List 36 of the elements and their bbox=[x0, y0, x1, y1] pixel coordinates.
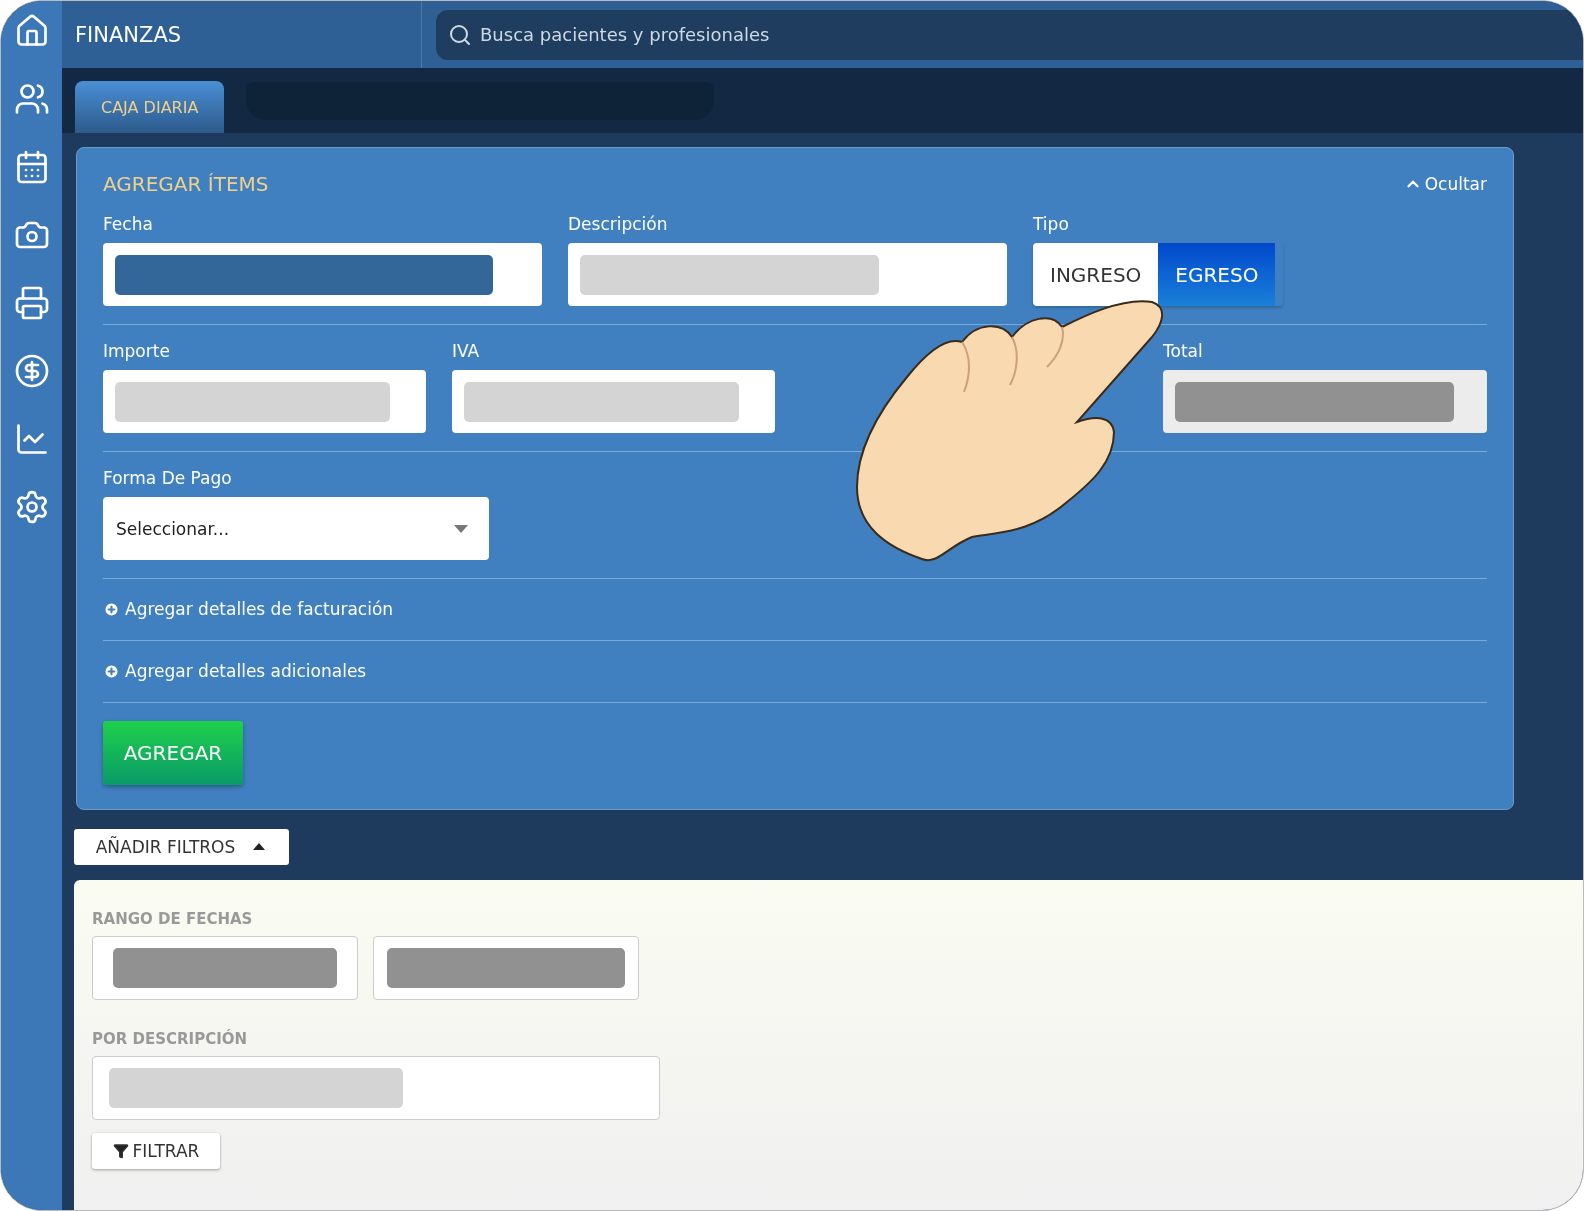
filter-icon bbox=[112, 1143, 129, 1159]
field-label: Forma De Pago bbox=[103, 468, 233, 488]
expand-link[interactable]: Agregar detalles de facturación bbox=[103, 599, 394, 619]
input-field[interactable] bbox=[92, 1056, 660, 1120]
plus-circle-icon bbox=[103, 600, 120, 618]
printer-icon[interactable] bbox=[13, 285, 50, 321]
input-field[interactable] bbox=[452, 370, 775, 433]
date-field[interactable] bbox=[373, 936, 639, 1000]
panel-title: AGREGAR ÍTEMS bbox=[103, 172, 269, 196]
field-label: RANGO DE FECHAS bbox=[92, 910, 254, 928]
input-field[interactable] bbox=[568, 243, 1007, 306]
users-icon[interactable] bbox=[13, 81, 50, 117]
filters-button[interactable]: AÑADIR FILTROS bbox=[74, 829, 289, 865]
tab[interactable]: CAJA DIARIA bbox=[75, 81, 225, 133]
field-label: POR DESCRIPCIÓN bbox=[92, 1030, 249, 1048]
search-icon bbox=[448, 22, 472, 47]
field-label: Fecha bbox=[103, 214, 154, 234]
field-label: Importe bbox=[103, 341, 171, 361]
hide-toggle[interactable]: Ocultar bbox=[1403, 174, 1487, 194]
filter-button[interactable]: FILTRAR bbox=[92, 1133, 220, 1169]
field-label: Descripción bbox=[568, 214, 669, 234]
input-field[interactable] bbox=[103, 243, 542, 306]
date-field[interactable] bbox=[92, 936, 358, 1000]
caret-icon bbox=[453, 523, 469, 534]
type-toggle-option[interactable]: INGRESO bbox=[1033, 243, 1159, 306]
type-toggle-option[interactable]: EGRESO bbox=[1158, 243, 1276, 306]
input-field[interactable] bbox=[103, 370, 426, 433]
expand-link[interactable]: Agregar detalles adicionales bbox=[103, 661, 367, 681]
field-label: Tipo bbox=[1033, 214, 1070, 234]
dollar-icon[interactable] bbox=[13, 353, 50, 389]
field-label: IVA bbox=[452, 341, 481, 361]
search-field[interactable]: Busca pacientes y profesionales bbox=[436, 9, 1583, 60]
caret-icon bbox=[251, 842, 268, 852]
payment-select[interactable]: Seleccionar... bbox=[103, 497, 489, 560]
field-label: Total bbox=[1163, 341, 1204, 361]
plus-circle-icon bbox=[103, 662, 120, 680]
